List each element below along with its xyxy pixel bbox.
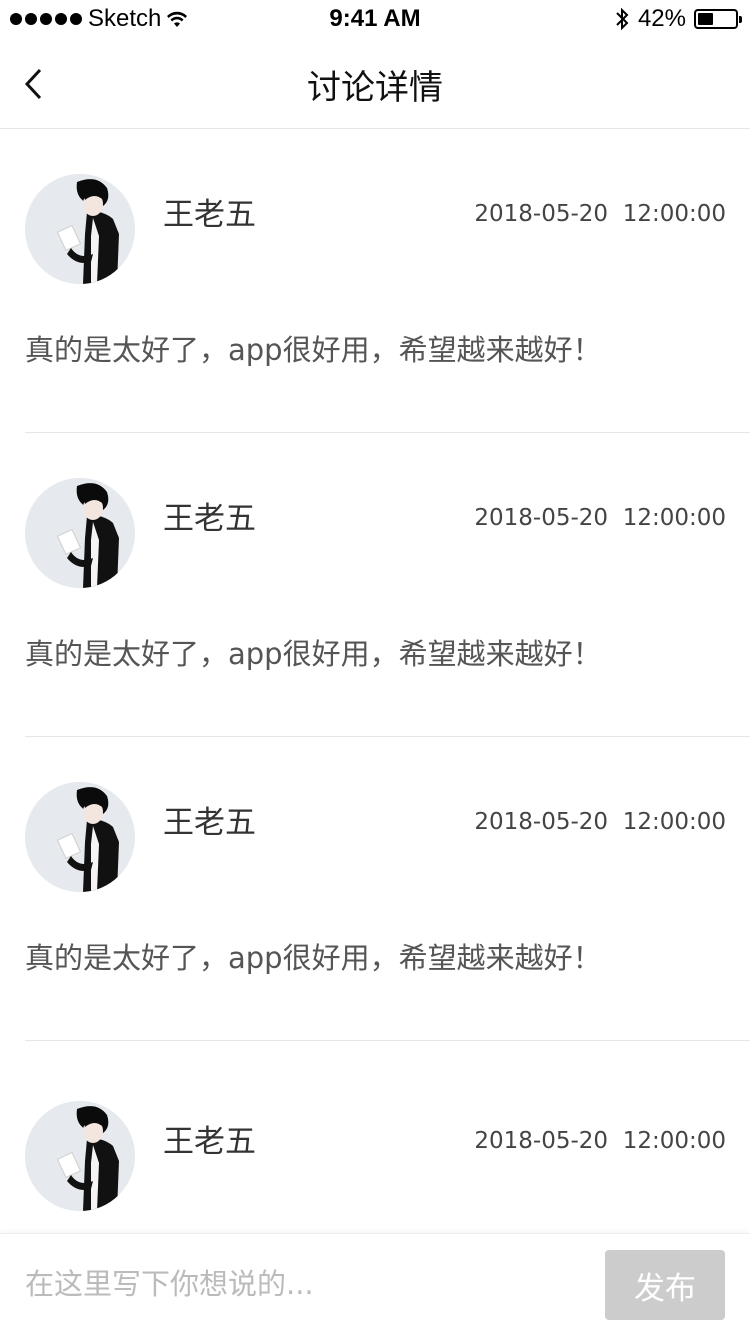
comment-text: 真的是太好了，app很好用，希望越来越好！ (25, 333, 602, 367)
comment-text: 真的是太好了，app很好用，希望越来越好！ (25, 637, 602, 671)
comment-username: 王老五 (163, 501, 256, 537)
comment-date: 2018-05-20 (474, 505, 609, 531)
comment-time: 12:00:00 (622, 1128, 726, 1154)
comment-datetime: 2018-05-20 12:00:00 (474, 1128, 726, 1154)
avatar[interactable] (25, 782, 135, 892)
page-title: 讨论详情 (307, 68, 443, 108)
comment-text: 真的是太好了，app很好用，希望越来越好！ (25, 941, 602, 975)
status-bar-right: 42% (614, 5, 742, 33)
publish-button[interactable]: 发布 (605, 1250, 725, 1320)
bluetooth-icon (616, 7, 629, 31)
comment-datetime: 2018-05-20 12:00:00 (474, 505, 726, 531)
comment-list[interactable]: 王老五 2018-05-20 12:00:00 真的是太好了，app很好用，希望… (0, 129, 750, 1233)
comment-username: 王老五 (163, 197, 256, 233)
battery-level-fill (698, 13, 714, 25)
avatar-illustration (25, 1101, 135, 1211)
status-bar: Sketch 9:41 AM 42% (0, 0, 750, 40)
comment-date: 2018-05-20 (474, 1128, 609, 1154)
avatar[interactable] (25, 174, 135, 284)
avatar[interactable] (25, 478, 135, 588)
comment-username: 王老五 (163, 1124, 256, 1160)
avatar[interactable] (25, 1101, 135, 1211)
battery-icon (694, 9, 742, 29)
avatar-illustration (25, 782, 135, 892)
comment-time: 12:00:00 (622, 505, 726, 531)
comment-time: 12:00:00 (622, 201, 726, 227)
comment-input[interactable] (25, 1252, 585, 1316)
comment-item: 王老五 2018-05-20 12:00:00 真的是太好了，app很好用，希望… (25, 737, 750, 1041)
comment-datetime: 2018-05-20 12:00:00 (474, 809, 726, 835)
avatar-illustration (25, 174, 135, 284)
comment-item: 王老五 2018-05-20 12:00:00 真的是太好了，app很好用，希望… (25, 129, 750, 433)
battery-tip (739, 16, 742, 23)
comment-datetime: 2018-05-20 12:00:00 (474, 201, 726, 227)
navigation-bar: 讨论详情 (0, 40, 750, 129)
comment-date: 2018-05-20 (474, 809, 609, 835)
comment-item: 王老五 2018-05-20 12:00:00 (25, 1041, 750, 1233)
battery-percent: 42% (637, 5, 686, 32)
comment-username: 王老五 (163, 805, 256, 841)
comment-time: 12:00:00 (622, 809, 726, 835)
comment-date: 2018-05-20 (474, 201, 609, 227)
avatar-illustration (25, 478, 135, 588)
comment-item: 王老五 2018-05-20 12:00:00 真的是太好了，app很好用，希望… (25, 433, 750, 737)
comment-composer: 发布 (0, 1233, 750, 1335)
